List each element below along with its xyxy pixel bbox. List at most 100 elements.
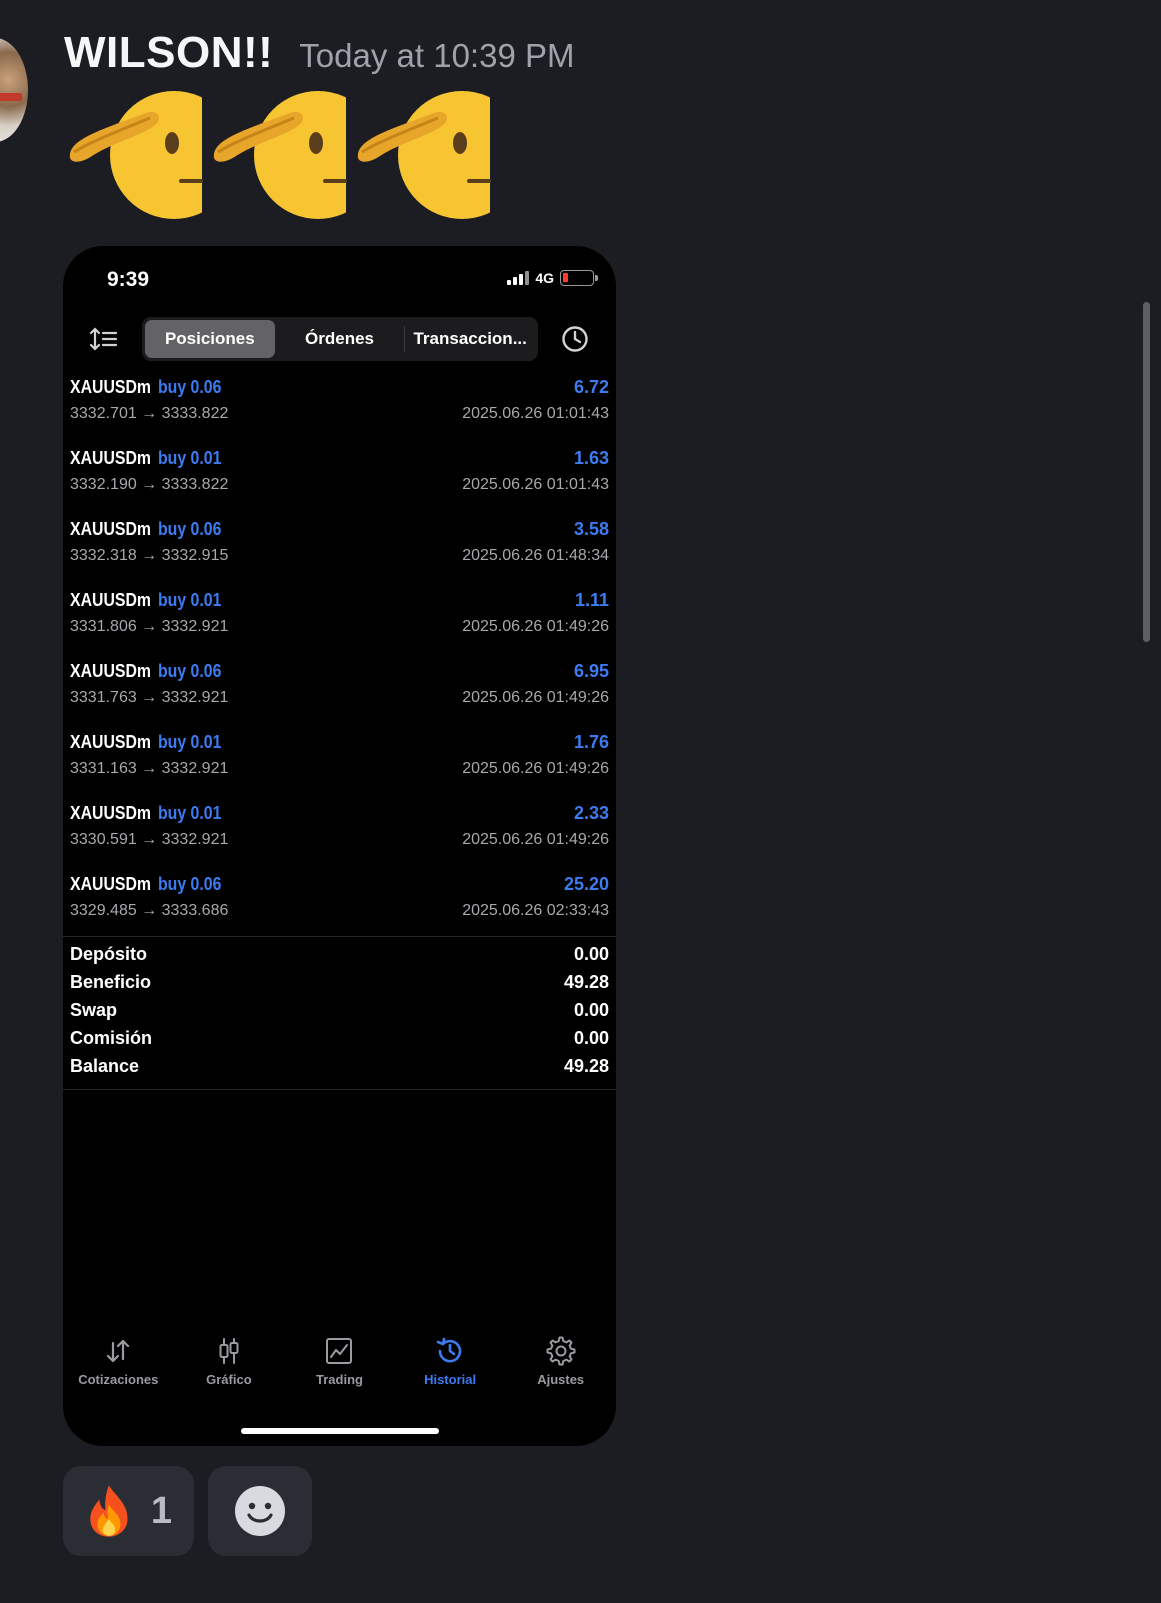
- emoji-row: [66, 88, 498, 222]
- summary-divider-bottom: [63, 1089, 616, 1090]
- trade-date: 2025.06.26 01:49:26: [462, 760, 609, 777]
- fire-icon: [90, 1485, 128, 1537]
- summary-row-balance: Balance 49.28: [63, 1052, 616, 1080]
- trade-row[interactable]: XAUUSDm buy 0.06 6.95 3331.763 → 3332.921…: [63, 654, 616, 725]
- segment-transacciones[interactable]: Transaccion...: [404, 326, 535, 352]
- candlestick-icon: [219, 1338, 239, 1364]
- trade-profit: 1.11: [574, 589, 609, 610]
- trade-side: buy 0.06: [158, 518, 222, 539]
- tab-ajustes[interactable]: Ajustes: [505, 1336, 616, 1396]
- saluting-face-emoji: [357, 88, 498, 222]
- trade-symbol: XAUUSDm: [70, 589, 151, 610]
- tab-label: Ajustes: [537, 1372, 585, 1387]
- trade-symbol: XAUUSDm: [70, 447, 151, 468]
- trade-profit: 2.33: [573, 802, 609, 823]
- summary-value: 0.00: [573, 1027, 609, 1048]
- trade-prices: 3331.163 → 3332.921: [70, 760, 229, 777]
- summary-row-swap: Swap 0.00: [63, 996, 616, 1024]
- gear-icon: [546, 1336, 576, 1366]
- trade-profit: 3.58: [573, 518, 609, 539]
- phone-screenshot-attachment[interactable]: 9:39 4G Posiciones Órdenes Transaccion..…: [63, 246, 616, 1446]
- summary-label: Balance: [70, 1055, 140, 1076]
- username[interactable]: WILSON!!: [64, 28, 273, 78]
- trade-profit: 6.95: [573, 660, 609, 681]
- reactions-bar: 1: [63, 1466, 312, 1556]
- fire-reaction-button[interactable]: 1: [63, 1466, 194, 1556]
- trade-list: XAUUSDm buy 0.06 6.72 3332.701 → 3333.822…: [63, 370, 616, 938]
- clock-icon[interactable]: [561, 325, 589, 353]
- tab-grafico[interactable]: Gráfico: [174, 1336, 285, 1396]
- saluting-face-emoji: [213, 88, 354, 222]
- summary-label: Comisión: [70, 1027, 153, 1048]
- trade-date: 2025.06.26 01:49:26: [462, 618, 609, 635]
- trade-row[interactable]: XAUUSDm buy 0.01 1.76 3331.163 → 3332.921…: [63, 725, 616, 796]
- chat-scrollbar[interactable]: [1143, 302, 1150, 642]
- summary-value: 49.28: [563, 1055, 609, 1076]
- trade-row[interactable]: XAUUSDm buy 0.06 3.58 3332.318 → 3332.915…: [63, 512, 616, 583]
- message-timestamp: Today at 10:39 PM: [299, 37, 575, 74]
- network-label: 4G: [535, 270, 554, 286]
- tab-label: Cotizaciones: [78, 1372, 159, 1387]
- line-chart-icon: [326, 1338, 353, 1364]
- trade-prices: 3332.190 → 3333.822: [70, 476, 229, 493]
- segmented-control: Posiciones Órdenes Transaccion...: [142, 317, 538, 361]
- trade-row[interactable]: XAUUSDm buy 0.06 25.20 3329.485 → 3333.68…: [63, 867, 616, 938]
- segment-posiciones[interactable]: Posiciones: [145, 320, 275, 358]
- segment-ordenes[interactable]: Órdenes: [275, 320, 405, 358]
- summary-label: Depósito: [70, 943, 148, 964]
- summary-value: 49.28: [563, 971, 609, 992]
- trade-side: buy 0.01: [158, 802, 222, 823]
- trade-row[interactable]: XAUUSDm buy 0.01 1.11 3331.806 → 3332.921…: [63, 583, 616, 654]
- trade-prices: 3332.318 → 3332.915: [70, 547, 229, 564]
- tab-historial[interactable]: Historial: [395, 1336, 506, 1396]
- summary-label: Beneficio: [70, 971, 152, 992]
- trade-symbol: XAUUSDm: [70, 518, 151, 539]
- trade-symbol: XAUUSDm: [70, 660, 151, 681]
- trade-row[interactable]: XAUUSDm buy 0.01 1.63 3332.190 → 3333.822…: [63, 441, 616, 512]
- trade-symbol: XAUUSDm: [70, 731, 151, 752]
- trade-date: 2025.06.26 01:49:26: [462, 689, 609, 706]
- status-time: 9:39: [107, 268, 150, 291]
- trade-symbol: XAUUSDm: [70, 873, 151, 894]
- trade-prices: 3330.591 → 3332.921: [70, 831, 229, 848]
- arrows-updown-icon: [107, 1339, 130, 1363]
- tab-cotizaciones[interactable]: Cotizaciones: [63, 1336, 174, 1396]
- trade-date: 2025.06.26 01:49:26: [462, 831, 609, 848]
- status-icons: 4G: [507, 270, 598, 286]
- trade-symbol: XAUUSDm: [70, 376, 151, 397]
- summary-label: Swap: [70, 999, 118, 1020]
- trade-date: 2025.06.26 02:33:43: [462, 902, 609, 919]
- trade-side: buy 0.01: [158, 731, 222, 752]
- summary-value: 0.00: [573, 999, 609, 1020]
- trade-row[interactable]: XAUUSDm buy 0.06 6.72 3332.701 → 3333.822…: [63, 370, 616, 441]
- bottom-tab-bar: Cotizaciones Gráfico Trading Historial A…: [63, 1336, 616, 1396]
- history-clock-icon: [436, 1337, 462, 1363]
- tab-label: Historial: [424, 1372, 477, 1387]
- home-indicator: [241, 1428, 439, 1434]
- summary-divider-top: [63, 936, 616, 937]
- tab-trading[interactable]: Trading: [284, 1336, 395, 1396]
- trade-date: 2025.06.26 01:48:34: [462, 547, 609, 564]
- sort-icon[interactable]: [89, 324, 119, 354]
- summary-row-commission: Comisión 0.00: [63, 1024, 616, 1052]
- trade-profit: 1.76: [573, 731, 609, 752]
- trade-symbol: XAUUSDm: [70, 802, 151, 823]
- signal-icon: [507, 271, 530, 285]
- add-reaction-smile-icon: [235, 1486, 285, 1536]
- summary-value: 0.00: [573, 943, 609, 964]
- battery-icon: [560, 270, 598, 286]
- status-bar: 9:39 4G: [63, 246, 616, 308]
- trade-side: buy 0.06: [158, 376, 222, 397]
- add-reaction-button[interactable]: [208, 1466, 312, 1556]
- trade-side: buy 0.01: [158, 447, 222, 468]
- trade-profit: 6.72: [573, 376, 609, 397]
- user-avatar[interactable]: [0, 38, 28, 142]
- saluting-face-emoji: [69, 88, 210, 222]
- summary-section: Depósito 0.00 Beneficio 49.28 Swap 0.00 Com…: [63, 940, 616, 1080]
- tab-label: Gráfico: [206, 1372, 252, 1387]
- tab-label: Trading: [316, 1372, 363, 1387]
- trade-row[interactable]: XAUUSDm buy 0.01 2.33 3330.591 → 3332.921…: [63, 796, 616, 867]
- summary-row-deposit: Depósito 0.00: [63, 940, 616, 968]
- trade-prices: 3331.763 → 3332.921: [70, 689, 229, 706]
- trade-profit: 25.20: [563, 873, 609, 894]
